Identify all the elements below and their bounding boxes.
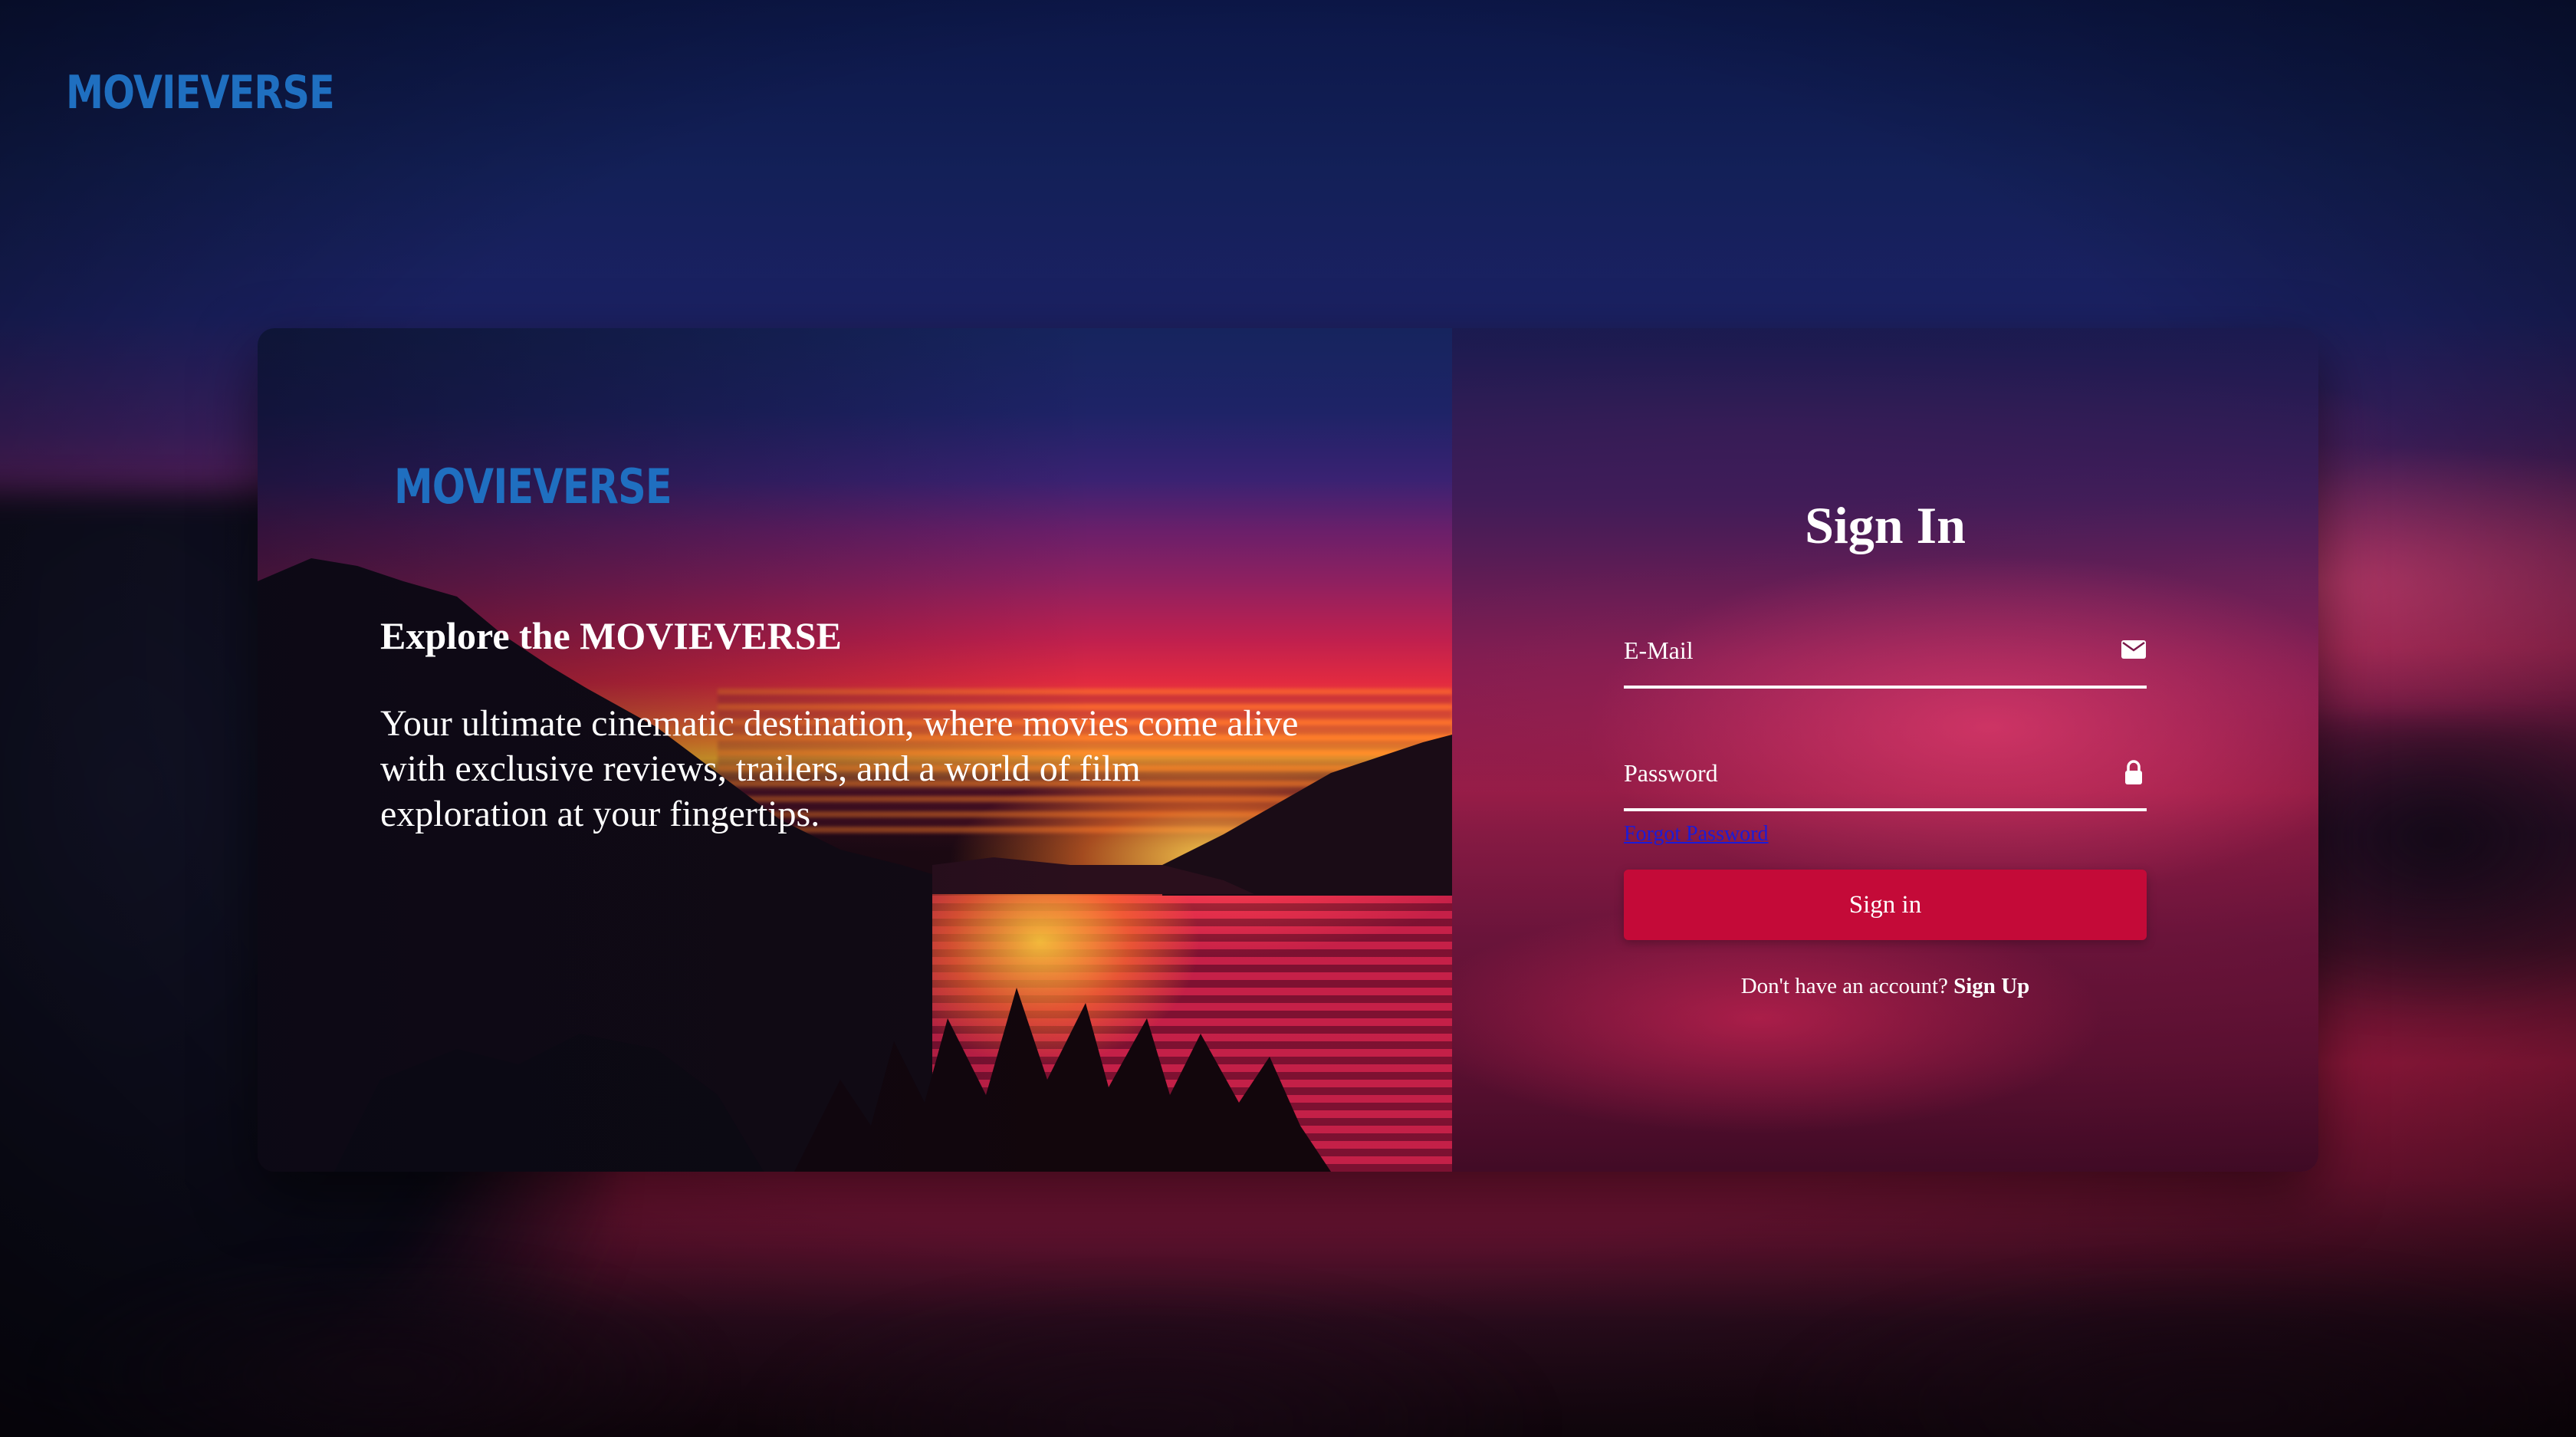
lock-icon <box>2121 759 2147 785</box>
password-input[interactable] <box>1624 738 2084 808</box>
mail-icon <box>2121 636 2147 663</box>
header-logo[interactable]: MOVIEVERSE <box>66 66 335 120</box>
forgot-password-link[interactable]: Forgot Password <box>1624 822 1769 847</box>
sign-in-panel: Sign In Forgot Password Sign in Do <box>1452 328 2318 1172</box>
sign-up-link[interactable]: Sign Up <box>1953 974 2029 998</box>
password-field <box>1624 738 2147 811</box>
email-input[interactable] <box>1624 615 2084 686</box>
login-card: MOVIEVERSE Explore the MOVIEVERSE Your u… <box>258 328 2318 1172</box>
sign-up-prompt: Don't have an account? Sign Up <box>1452 974 2318 999</box>
hero-description: Your ultimate cinematic destination, whe… <box>380 703 1299 834</box>
sign-up-prompt-text: Don't have an account? <box>1740 974 1954 998</box>
hero-panel: MOVIEVERSE Explore the MOVIEVERSE Your u… <box>258 328 1452 1172</box>
email-field <box>1624 615 2147 689</box>
card-logo: MOVIEVERSE <box>394 459 672 515</box>
sign-in-title: Sign In <box>1805 496 1966 554</box>
hero-title: Explore the MOVIEVERSE <box>380 614 842 657</box>
sign-in-button[interactable]: Sign in <box>1624 870 2147 940</box>
